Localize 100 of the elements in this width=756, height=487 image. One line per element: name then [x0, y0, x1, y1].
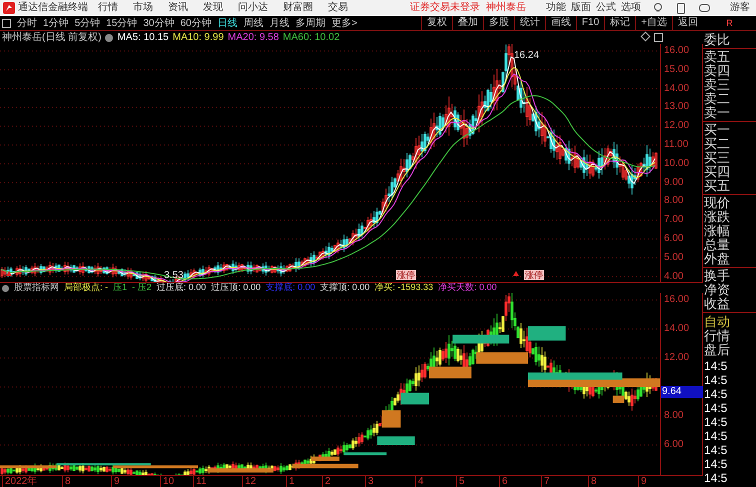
- chart-title: 神州泰岳(日线 前复权): [2, 30, 102, 45]
- trade-time: 14:5: [703, 471, 728, 485]
- trade-time: 14:5: [703, 373, 728, 387]
- indicator-value: 过压顶: 0.00: [211, 281, 261, 294]
- menu-item[interactable]: 选项: [621, 2, 641, 14]
- panel-tab[interactable]: 自动: [703, 315, 756, 329]
- quote-label: 净资: [703, 283, 731, 297]
- indicator-band: [429, 366, 472, 378]
- date-axis-label: 9: [641, 476, 647, 487]
- price-axis-label: 7.00: [664, 215, 684, 226]
- price-axis-label: 9.00: [664, 178, 684, 188]
- app-title: 通达信金融终端: [18, 2, 89, 14]
- quote-label: 涨跌: [703, 210, 731, 224]
- period-tab[interactable]: 月线: [270, 16, 290, 30]
- moving-average-value: MA60: 10.02: [282, 31, 340, 45]
- period-tab[interactable]: 60分钟: [180, 16, 212, 30]
- moving-average-value: MA20: 9.58: [228, 31, 279, 45]
- menu-item[interactable]: 版面: [571, 2, 591, 14]
- price-axis-label: 14.00: [664, 84, 690, 94]
- indicator-name: 股票指标网: [14, 281, 59, 294]
- panel-tab[interactable]: 行情: [703, 329, 756, 343]
- user-label[interactable]: 游客: [730, 2, 750, 14]
- period-tab[interactable]: 多周期: [296, 16, 326, 30]
- price-axis-label: 12.00: [664, 121, 690, 132]
- date-axis-label: 7: [544, 476, 550, 487]
- quote-label: 卖三: [703, 78, 731, 92]
- price-axis-label: 16.00: [664, 295, 690, 305]
- menu-item[interactable]: 发现: [203, 2, 223, 14]
- indicator-band: [528, 326, 566, 341]
- settings-icon[interactable]: [105, 34, 114, 42]
- menu-item[interactable]: 功能: [546, 2, 566, 14]
- period-tab[interactable]: 日线: [218, 16, 238, 30]
- quote-label: 委比: [703, 33, 731, 47]
- indicator-band: [292, 464, 358, 468]
- period-tab[interactable]: 30分钟: [143, 16, 174, 30]
- menu-item[interactable]: 公式: [596, 2, 616, 14]
- login-status[interactable]: 证券交易未登录: [410, 2, 480, 14]
- price-axis-label: 11.00: [664, 140, 688, 150]
- period-tab[interactable]: 周线: [244, 16, 264, 30]
- indicator-value: 净买: -1593.33: [374, 281, 434, 294]
- limit-up-tag: 涨停: [524, 270, 544, 280]
- quote-label: 买四: [703, 165, 731, 179]
- quote-label: 卖一: [703, 106, 731, 120]
- period-tab[interactable]: 15分钟: [106, 16, 138, 30]
- indicator-value: - 压2: [132, 281, 152, 294]
- toolbar-button[interactable]: 画线: [544, 16, 576, 30]
- toolbar-button[interactable]: 叠加: [452, 16, 483, 30]
- quote-label: 收益: [703, 297, 731, 311]
- quote-label: 买三: [703, 151, 731, 165]
- stock-name: 神州泰岳: [486, 2, 526, 14]
- menu-item[interactable]: 市场: [133, 2, 153, 14]
- indicator-value: 支撑顶: 0.00: [320, 281, 370, 294]
- menu-item[interactable]: 财富圈: [283, 2, 313, 14]
- toolbar-button[interactable]: 多股: [482, 16, 514, 30]
- panel-toggle-icon[interactable]: [654, 33, 663, 42]
- indicator-value: 压1: [113, 281, 128, 294]
- menu-item[interactable]: 问小达: [238, 2, 268, 14]
- panel-toggle-icon[interactable]: [2, 18, 11, 28]
- menu-item[interactable]: 交易: [328, 2, 348, 14]
- quote-label: 买五: [703, 179, 731, 193]
- date-axis-label: 11: [196, 476, 206, 487]
- moving-average-value: MA5: 10.15: [117, 31, 169, 45]
- quote-label: 卖四: [703, 64, 731, 78]
- toolbar-button[interactable]: 统计: [514, 16, 545, 30]
- bulb-icon[interactable]: [653, 3, 663, 13]
- indicator-band: [452, 334, 510, 344]
- price-axis-label: 16.00: [664, 46, 690, 56]
- indicator-band: [311, 456, 340, 461]
- toolbar-button[interactable]: F10: [576, 16, 604, 30]
- settings-icon[interactable]: [2, 284, 9, 292]
- price-axis-label: 14.00: [664, 324, 690, 334]
- price-axis-label: 10.00: [664, 158, 690, 169]
- indicator-band: [344, 452, 387, 456]
- date-axis-label: 2022年: [5, 476, 38, 487]
- date-axis-label: 4: [418, 476, 424, 487]
- toolbar-button[interactable]: 返回: [672, 16, 703, 30]
- quote-label: 涨幅: [703, 224, 731, 238]
- menu-item[interactable]: 行情: [98, 2, 118, 14]
- quote-label: 买一: [703, 123, 731, 137]
- arrow-icon: [513, 271, 519, 276]
- logo-icon: [3, 2, 15, 14]
- indicator-value: 过压底: 0.00: [156, 281, 206, 294]
- toolbar-button[interactable]: 复权: [420, 16, 452, 30]
- period-tab[interactable]: 更多>: [332, 16, 358, 30]
- quote-label: 现价: [703, 196, 731, 210]
- quote-label: 卖五: [703, 50, 731, 64]
- period-tab[interactable]: 分时: [17, 16, 37, 30]
- period-tab[interactable]: 5分钟: [74, 16, 100, 30]
- menu-item[interactable]: 资讯: [168, 2, 188, 14]
- trade-time: 14:5: [703, 429, 728, 443]
- phone-icon[interactable]: [677, 2, 685, 14]
- message-icon[interactable]: [699, 4, 710, 12]
- period-tab[interactable]: 1分钟: [43, 16, 69, 30]
- toolbar-button[interactable]: +自选: [635, 16, 672, 30]
- date-axis-label: 2: [325, 476, 331, 487]
- toolbar-button[interactable]: 标记: [604, 16, 636, 30]
- panel-tab[interactable]: 盘后: [703, 343, 756, 357]
- trade-time: 14:5: [703, 443, 728, 457]
- price-axis-label: 13.00: [664, 102, 690, 112]
- quote-label: 卖二: [703, 92, 731, 106]
